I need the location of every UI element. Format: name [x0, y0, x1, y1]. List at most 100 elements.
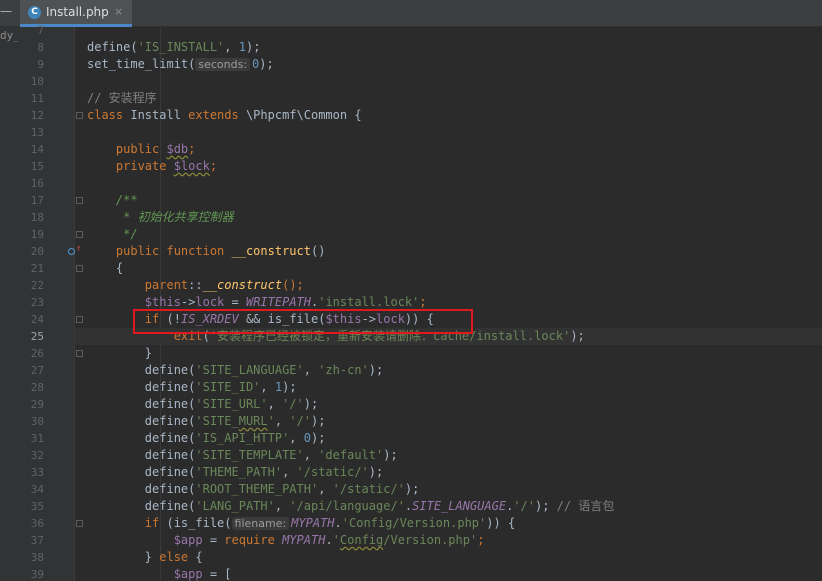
code-line[interactable]: define('ROOT_THEME_PATH', '/static/'); — [87, 481, 420, 498]
code-token: /Version.php' — [383, 533, 478, 547]
code-token: ); — [368, 363, 384, 377]
code-line[interactable]: } — [87, 345, 152, 362]
code-line[interactable]: define('IS_API_HTTP', 0); — [87, 430, 326, 447]
code-line[interactable]: define('SITE_LANGUAGE', 'zh-cn'); — [87, 362, 383, 379]
code-line[interactable]: set_time_limit(seconds: 0); — [87, 56, 274, 73]
code-token: 'SITE_URL' — [195, 397, 268, 411]
code-token: (is_file( — [166, 516, 232, 530]
code-token: = — [202, 533, 225, 547]
code-token: $app — [87, 567, 203, 581]
code-token: define( — [87, 414, 196, 428]
project-panel-edge[interactable]: dy_ — [0, 27, 18, 581]
code-token: , — [274, 414, 290, 428]
code-line[interactable]: public function __construct() — [87, 243, 326, 260]
line-number: 21 — [30, 262, 44, 275]
code-token: ; — [419, 295, 427, 309]
line-number: 35 — [30, 500, 44, 513]
code-editor[interactable]: define('IS_INSTALL', 1); set_time_limit(s… — [75, 27, 822, 581]
line-number: 28 — [30, 381, 44, 394]
code-token: MYPATH — [291, 516, 335, 530]
code-line[interactable]: define('SITE_URL', '/'); — [87, 396, 318, 413]
code-token: , — [282, 465, 297, 479]
code-token: { — [87, 261, 124, 275]
code-token: define( — [87, 380, 196, 394]
code-line[interactable]: define('SITE_ID', 1); — [87, 379, 297, 396]
override-method-icon[interactable] — [68, 248, 75, 255]
code-token: '/' — [282, 397, 304, 411]
code-token: Config — [339, 533, 384, 547]
code-token: set_time_limit( — [87, 57, 196, 71]
line-number: 15 — [30, 160, 44, 173]
code-token: parent — [87, 278, 189, 292]
code-line[interactable]: */ — [87, 226, 138, 243]
line-number: 16 — [30, 177, 44, 190]
code-token: , — [303, 448, 319, 462]
code-token: */ — [87, 227, 138, 241]
code-token: ; — [188, 142, 196, 156]
code-token: extends — [188, 108, 246, 122]
code-token: public function — [87, 244, 232, 258]
code-line[interactable]: } else { — [87, 549, 203, 566]
code-token: define( — [87, 431, 196, 445]
code-token: -> — [180, 295, 196, 309]
code-line[interactable]: if (!IS_XRDEV && is_file($this->lock)) { — [87, 311, 434, 328]
code-token: class — [87, 108, 131, 122]
line-number: 34 — [30, 483, 44, 496]
line-number: 24 — [30, 313, 44, 326]
code-line[interactable]: define('LANG_PATH', '/api/language/'.SIT… — [87, 498, 615, 515]
code-token: WRITEPATH — [245, 295, 311, 309]
code-line-current[interactable]: exit('安装程序已经被锁定，重新安装请删除：cache/install.lo… — [75, 328, 822, 345]
code-token: } — [87, 550, 160, 564]
code-line[interactable]: $this->lock = WRITEPATH.'install.lock'; — [87, 294, 427, 311]
close-icon[interactable]: × — [114, 5, 123, 18]
code-token: = — [224, 295, 246, 309]
line-number: 33 — [30, 466, 44, 479]
code-line[interactable]: { — [87, 260, 123, 277]
parameter-hint: seconds: — [195, 58, 251, 71]
parameter-hint: filename: — [231, 517, 290, 530]
code-token: public — [87, 142, 167, 156]
code-token: , — [274, 499, 290, 513]
line-number-gutter[interactable]: 7 8 9 10 11 12 13 14 15 16 17 18 19 20 ↑ 21 22 23 24 25 26 27… — [18, 24, 83, 581]
code-token: ' — [267, 414, 275, 428]
code-token: 'IS_INSTALL' — [137, 40, 225, 54]
code-token: ); — [303, 397, 319, 411]
code-line[interactable]: // 安装程序 — [87, 90, 157, 107]
code-token: else — [159, 550, 196, 564]
line-number: 7 — [37, 24, 44, 37]
code-token: * 初始化共享控制器 — [87, 210, 234, 224]
code-token: __construct — [202, 278, 283, 292]
code-line[interactable]: class Install extends \Phpcmf\Common { — [87, 107, 362, 124]
code-line[interactable]: * 初始化共享控制器 — [87, 209, 234, 226]
code-line[interactable]: define('SITE_MURL', '/'); — [87, 413, 326, 430]
code-token: , — [267, 397, 283, 411]
code-line[interactable]: /** — [87, 192, 138, 209]
line-number: 14 — [30, 143, 44, 156]
code-line[interactable]: private $lock; — [87, 158, 217, 175]
code-line[interactable]: define('IS_INSTALL', 1); — [87, 39, 260, 56]
line-number: 29 — [30, 398, 44, 411]
line-number: 9 — [37, 58, 44, 71]
editor-tab-bar: — C Install.php × — [0, 0, 822, 27]
code-token: '/static/' — [296, 465, 369, 479]
code-line[interactable]: $app = [ — [87, 566, 232, 581]
code-token: (! — [166, 312, 181, 326]
code-token: ); — [534, 499, 557, 513]
code-token: , — [303, 363, 319, 377]
code-token: if — [87, 516, 167, 530]
collapse-minus-icon[interactable]: — — [0, 4, 12, 18]
line-number: 10 — [30, 75, 44, 88]
code-token: define( — [87, 499, 196, 513]
code-token: '/' — [289, 414, 312, 428]
code-line[interactable]: parent::__construct(); — [87, 277, 304, 294]
code-token: ); — [404, 482, 420, 496]
code-line[interactable]: if (is_file(filename: MYPATH.'Config/Vers… — [87, 515, 515, 532]
code-token: private — [87, 159, 174, 173]
code-line[interactable]: define('THEME_PATH', '/static/'); — [87, 464, 383, 481]
code-token: ); — [311, 414, 326, 428]
code-line[interactable]: public $db; — [87, 141, 196, 158]
code-line[interactable]: define('SITE_TEMPLATE', 'default'); — [87, 447, 398, 464]
code-token: -> — [361, 312, 377, 326]
code-line[interactable]: $app = require MYPATH.'Config/Version.ph… — [87, 532, 485, 549]
code-token: 'THEME_PATH' — [195, 465, 283, 479]
